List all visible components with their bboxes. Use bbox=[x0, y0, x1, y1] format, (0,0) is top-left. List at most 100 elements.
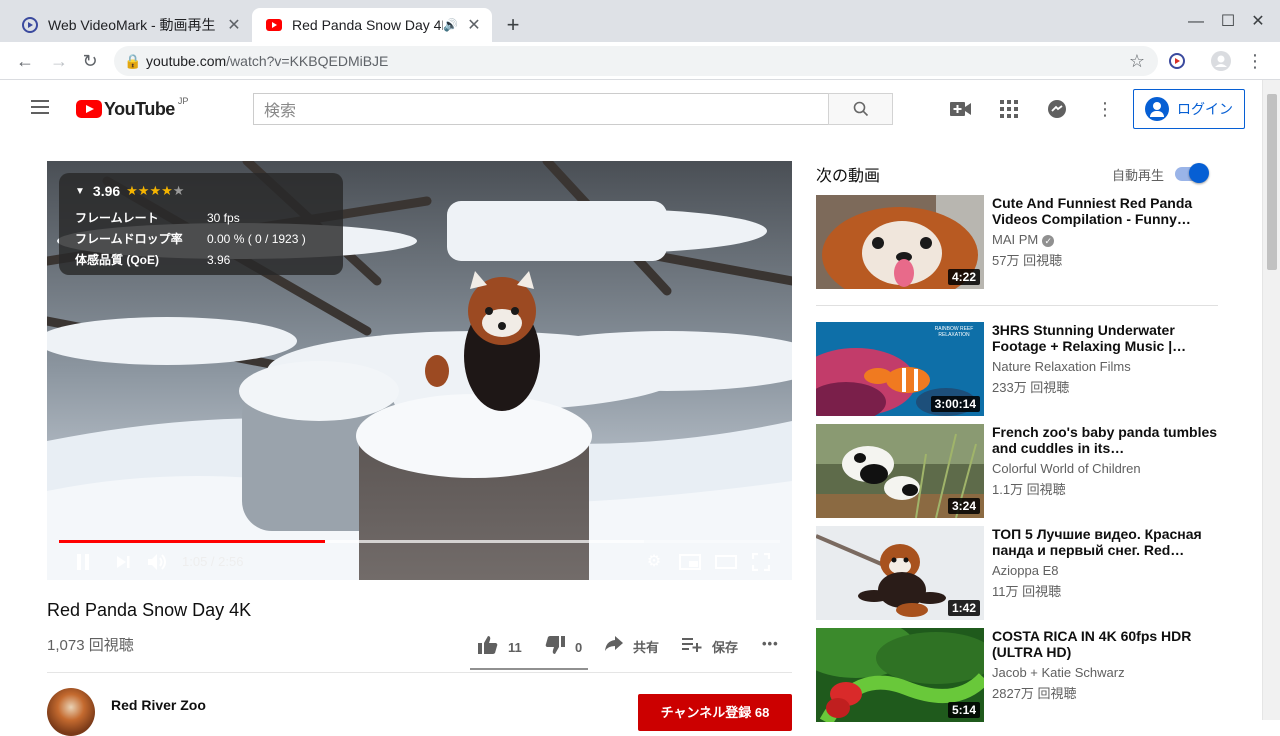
qoe-value: 30 fps bbox=[207, 210, 240, 225]
qoe-overlay: ▼ 3.96 ★★★★★ フレームレート 30 fps フレームドロップ率 0.00… bbox=[59, 173, 343, 275]
save-button[interactable]: 保存 bbox=[682, 636, 738, 657]
like-count: 11 bbox=[508, 640, 522, 655]
related-video-channel[interactable]: MAI PM ✓ bbox=[992, 232, 1055, 247]
video-thumbnail[interactable]: 5:14 bbox=[816, 628, 984, 722]
apps-grid-icon[interactable] bbox=[997, 97, 1021, 121]
theater-mode-icon[interactable] bbox=[713, 551, 739, 573]
new-tab-button[interactable]: + bbox=[500, 12, 526, 38]
miniplayer-icon[interactable] bbox=[677, 551, 703, 573]
profile-icon[interactable] bbox=[1208, 48, 1234, 74]
qoe-label: フレームドロップ率 bbox=[75, 232, 183, 246]
related-video-views: 57万 回視聴 bbox=[992, 253, 1063, 268]
videomark-icon bbox=[22, 17, 38, 33]
scrollbar-thumb[interactable] bbox=[1267, 94, 1277, 270]
login-button[interactable]: ログイン bbox=[1133, 89, 1245, 129]
related-video-title[interactable]: 3HRS Stunning Underwater Footage + Relax… bbox=[992, 322, 1222, 354]
qoe-value: 0.00 % ( 0 / 1923 ) bbox=[207, 231, 306, 246]
related-video-card[interactable]: 3:24 French zoo's baby panda tumbles and… bbox=[816, 424, 1226, 518]
up-next-heading: 次の動画 bbox=[816, 168, 881, 185]
tab-red-panda[interactable]: Red Panda Snow Day 4K 🔊 ✕ bbox=[252, 8, 492, 42]
lock-icon: 🔒 bbox=[124, 52, 142, 69]
page-scrollbar[interactable] bbox=[1262, 80, 1280, 720]
verified-badge-icon: ✓ bbox=[1042, 235, 1055, 247]
youtube-icon bbox=[266, 19, 282, 31]
minimize-icon[interactable]: — bbox=[1184, 10, 1208, 34]
youtube-play-logo-icon bbox=[76, 100, 102, 118]
related-video-card[interactable]: 5:14 COSTA RICA IN 4K 60fps HDR (ULTRA H… bbox=[816, 628, 1226, 722]
logo-region: JP bbox=[177, 96, 189, 106]
address-bar[interactable]: 🔒 youtube.com/watch?v=KKBQEDMiBJE bbox=[114, 46, 1158, 76]
channel-name[interactable]: Red River Zoo bbox=[111, 697, 206, 713]
menu-icon[interactable] bbox=[28, 96, 52, 120]
related-video-title[interactable]: Cute And Funniest Red Panda Videos Compi… bbox=[992, 195, 1222, 227]
back-icon[interactable]: ← bbox=[12, 48, 38, 74]
share-button[interactable]: 共有 bbox=[605, 636, 659, 657]
video-thumbnail[interactable]: 3:24 bbox=[816, 424, 984, 518]
video-title: Red Panda Snow Day 4K bbox=[47, 600, 252, 620]
qoe-row: 体感品質 (QoE) 3.96 bbox=[75, 249, 343, 270]
search-icon bbox=[853, 101, 868, 117]
related-video-channel[interactable]: Azioppa E8 bbox=[992, 563, 1059, 578]
video-duration: 5:14 bbox=[947, 702, 980, 718]
divider bbox=[816, 305, 1218, 306]
search-button[interactable] bbox=[828, 93, 893, 125]
videomark-extension-icon[interactable] bbox=[1164, 48, 1190, 74]
video-duration: 1:42 bbox=[947, 600, 980, 616]
autoplay-toggle[interactable] bbox=[1173, 163, 1209, 183]
progress-bar[interactable] bbox=[59, 540, 780, 543]
maximize-icon[interactable]: ☐ bbox=[1216, 10, 1240, 34]
next-icon[interactable] bbox=[111, 551, 135, 573]
logo-text: YouTube bbox=[104, 98, 175, 119]
like-button[interactable]: 11 bbox=[478, 636, 522, 659]
video-thumbnail[interactable]: RAINBOW REEF RELAXATION 3:00:14 bbox=[816, 322, 984, 416]
settings-more-icon[interactable]: ⋮ bbox=[1093, 97, 1117, 121]
related-video-title[interactable]: ТОП 5 Лучшие видео. Красная панда и перв… bbox=[992, 526, 1222, 558]
more-actions-icon[interactable]: ••• bbox=[762, 636, 779, 651]
dislike-count: 0 bbox=[575, 640, 583, 655]
toggle-knob bbox=[1189, 163, 1209, 183]
qoe-label: フレームレート bbox=[75, 211, 159, 225]
browser-menu-icon[interactable]: ⋮ bbox=[1242, 48, 1268, 74]
played-bar bbox=[59, 540, 326, 543]
fullscreen-icon[interactable] bbox=[749, 551, 773, 573]
qoe-value: 3.96 bbox=[207, 252, 231, 267]
collapse-triangle-icon[interactable]: ▼ bbox=[75, 186, 85, 197]
create-video-icon[interactable] bbox=[949, 97, 973, 121]
youtube-logo[interactable]: YouTube JP bbox=[76, 96, 189, 121]
video-thumbnail[interactable]: 1:42 bbox=[816, 526, 984, 620]
related-video-views: 2827万 回視聴 bbox=[992, 686, 1077, 701]
related-video-channel[interactable]: Nature Relaxation Films bbox=[992, 359, 1131, 374]
account-icon bbox=[1145, 97, 1169, 121]
related-video-title[interactable]: COSTA RICA IN 4K 60fps HDR (ULTRA HD) bbox=[992, 628, 1222, 660]
tab-title: Red Panda Snow Day 4K bbox=[292, 17, 444, 33]
reload-icon[interactable]: ↻ bbox=[77, 48, 103, 74]
video-thumbnail[interactable]: 4:22 bbox=[816, 195, 984, 289]
bookmark-star-icon[interactable]: ☆ bbox=[1124, 48, 1150, 74]
related-video-card[interactable]: 1:42 ТОП 5 Лучшие видео. Красная панда и… bbox=[816, 526, 1226, 620]
subscribe-button[interactable]: チャンネル登録 68 bbox=[638, 694, 792, 731]
search-input[interactable]: 検索 bbox=[253, 93, 829, 125]
related-video-card[interactable]: RAINBOW REEF RELAXATION 3:00:14 3HRS Stu… bbox=[816, 322, 1226, 416]
related-video-card[interactable]: 4:22 Cute And Funniest Red Panda Videos … bbox=[816, 195, 1226, 289]
volume-icon[interactable] bbox=[145, 551, 171, 573]
channel-avatar[interactable] bbox=[47, 688, 95, 736]
stars-on: ★★★★ bbox=[126, 183, 173, 198]
view-count: 1,073 回視聴 bbox=[47, 637, 134, 654]
browser-toolbar: ← → ↻ 🔒 youtube.com/watch?v=KKBQEDMiBJE … bbox=[0, 42, 1280, 80]
speaker-icon[interactable]: 🔊 bbox=[443, 18, 458, 32]
messages-icon[interactable] bbox=[1045, 97, 1069, 121]
tab-close-icon[interactable]: ✕ bbox=[222, 15, 246, 35]
forward-icon[interactable]: → bbox=[46, 48, 72, 74]
video-duration: 3:24 bbox=[947, 498, 980, 514]
related-video-title[interactable]: French zoo's baby panda tumbles and cudd… bbox=[992, 424, 1222, 456]
window-close-icon[interactable]: ✕ bbox=[1246, 10, 1270, 34]
video-player[interactable]: ▼ 3.96 ★★★★★ フレームレート 30 fps フレームドロップ率 0.00… bbox=[47, 161, 792, 580]
dislike-button[interactable]: 0 bbox=[545, 636, 582, 659]
related-video-channel[interactable]: Colorful World of Children bbox=[992, 461, 1141, 476]
tab-close-icon[interactable]: ✕ bbox=[462, 15, 486, 35]
settings-gear-icon[interactable]: ⚙ bbox=[643, 551, 665, 573]
related-video-channel[interactable]: Jacob + Katie Schwarz bbox=[992, 665, 1125, 680]
pause-icon[interactable] bbox=[71, 551, 95, 573]
related-video-views: 233万 回視聴 bbox=[992, 380, 1070, 395]
tab-web-videomark[interactable]: Web VideoMark - 動画再生 ✕ bbox=[8, 8, 252, 42]
